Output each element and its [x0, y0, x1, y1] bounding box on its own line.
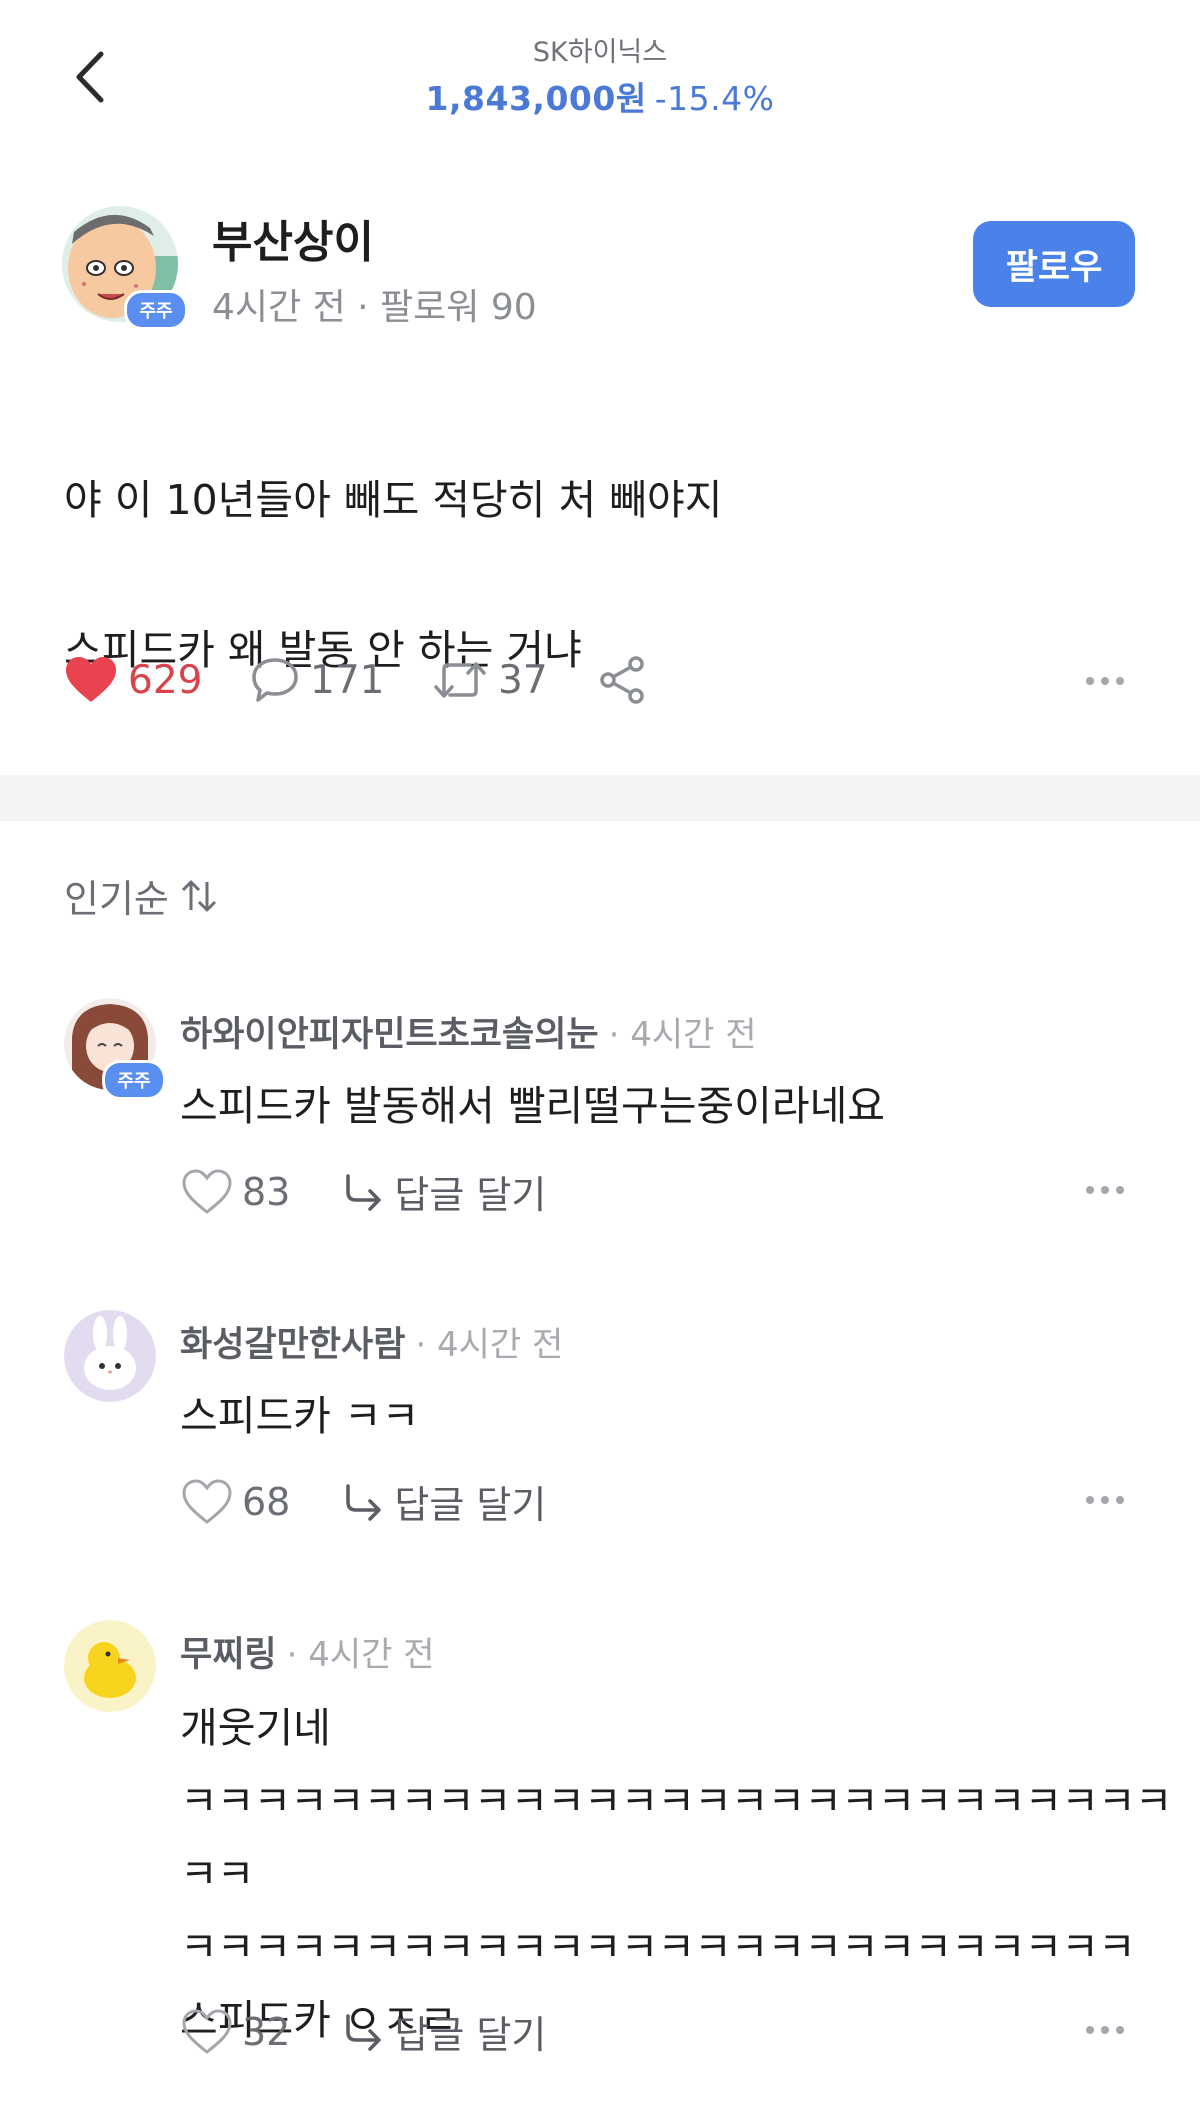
- comment-header: 하와이안피자민트초코솔의눈 · 4시간 전: [180, 1006, 757, 1057]
- shareholder-badge: 주주: [102, 1060, 166, 1100]
- comment-avatar[interactable]: [64, 1620, 156, 1716]
- comment-line: ㅋㅋㅋㅋㅋㅋㅋㅋㅋㅋㅋㅋㅋㅋㅋㅋㅋㅋㅋㅋㅋㅋㅋㅋㅋㅋㅋㅋㅋ: [180, 1777, 1172, 1898]
- comment-avatar[interactable]: 주주: [64, 998, 166, 1100]
- stock-name[interactable]: SK하이닉스: [0, 30, 1200, 69]
- comment-count: 171: [310, 657, 385, 703]
- comment-actions: 32 답글 달기: [180, 2004, 546, 2059]
- price-value: 1,843,000원: [425, 79, 647, 118]
- comment-actions: 68 답글 달기: [180, 1474, 546, 1529]
- reply-label: 답글 달기: [394, 1173, 547, 1217]
- comment-line: 스피드카 ㅋㅋ: [180, 1392, 420, 1440]
- comment-text: 개웃기네 ㅋㅋㅋㅋㅋㅋㅋㅋㅋㅋㅋㅋㅋㅋㅋㅋㅋㅋㅋㅋㅋㅋㅋㅋㅋㅋㅋㅋㅋ ㅋㅋㅋㅋㅋ…: [180, 1692, 1200, 2057]
- price-change: -15.4%: [654, 79, 775, 118]
- comment-text: 스피드카 발동해서 빨리떨구는중이라네요: [180, 1070, 885, 1143]
- comment-author[interactable]: 무찌링: [180, 1635, 277, 1675]
- shareholder-badge: 주주: [124, 290, 188, 330]
- comment-line: ㅋㅋㅋㅋㅋㅋㅋㅋㅋㅋㅋㅋㅋㅋㅋㅋㅋㅋㅋㅋㅋㅋㅋㅋㅋㅋ: [180, 1923, 1136, 1971]
- comment-avatar[interactable]: [64, 1310, 156, 1406]
- avatar-illustration: [64, 1310, 156, 1402]
- more-icon: [1086, 1186, 1094, 1194]
- more-icon-dot: [1116, 1186, 1124, 1194]
- comment-text: 스피드카 ㅋㅋ: [180, 1380, 419, 1453]
- more-icon-dot: [1101, 1496, 1109, 1504]
- comment-line: 스피드카 발동해서 빨리떨구는중이라네요: [180, 1082, 886, 1130]
- reply-arrow-icon: [346, 2013, 382, 2051]
- sort-arrows-icon: [181, 880, 216, 911]
- stock-price: 1,843,000원 -15.4%: [0, 72, 1200, 120]
- comment-like-button[interactable]: 68: [180, 1478, 290, 1526]
- heart-outline-icon: [182, 1168, 232, 1214]
- like-count: 629: [128, 657, 203, 703]
- more-icon: [1086, 677, 1094, 685]
- comment-more-button[interactable]: [1086, 1496, 1124, 1504]
- more-icon: [1086, 1496, 1094, 1504]
- comment-time: · 4시간 전: [415, 1325, 564, 1365]
- post-line: 야 이 10년들아 빼도 적당히 처 빼야지: [64, 476, 723, 524]
- more-icon-dot: [1101, 1186, 1109, 1194]
- comment-like-count: 68: [242, 1479, 291, 1524]
- author-meta: 4시간 전 · 팔로워 90: [212, 287, 537, 328]
- repost-icon: [434, 662, 486, 698]
- comment-like-button[interactable]: 32: [180, 2008, 290, 2056]
- comment-author[interactable]: 하와이안피자민트초코솔의눈: [180, 1015, 599, 1055]
- repost-count: 37: [498, 657, 548, 703]
- post-body: 야 이 10년들아 빼도 적당히 처 빼야지 스피드카 왜 발동 안 하는 거냐…: [64, 388, 722, 913]
- section-divider: [0, 775, 1200, 821]
- comment-header: 화성갈만한사람 · 4시간 전: [180, 1316, 563, 1367]
- comment-line: 개웃기네: [180, 1704, 331, 1752]
- heart-outline-icon: [182, 1478, 232, 1524]
- avatar-illustration: [64, 1620, 156, 1712]
- author-name[interactable]: 부산상이: [212, 206, 374, 270]
- comment-more-button[interactable]: [1086, 1186, 1124, 1194]
- comment-button[interactable]: 171: [250, 652, 384, 708]
- more-icon: [1086, 2026, 1094, 2034]
- reply-button[interactable]: 답글 달기: [342, 1474, 546, 1529]
- reply-label: 답글 달기: [394, 2013, 547, 2057]
- sort-label: 인기순: [64, 877, 169, 921]
- reply-arrow-icon: [346, 1173, 382, 1211]
- share-icon: [600, 656, 644, 704]
- like-button[interactable]: 629: [64, 652, 202, 708]
- more-icon-dot: [1116, 2026, 1124, 2034]
- more-icon-dot: [1116, 677, 1124, 685]
- reply-arrow-icon: [346, 1483, 382, 1521]
- reply-button[interactable]: 답글 달기: [342, 2004, 546, 2059]
- comment-header: 무찌링 · 4시간 전: [180, 1626, 435, 1677]
- heart-icon: [66, 657, 116, 702]
- follow-button[interactable]: 팔로우: [973, 221, 1135, 307]
- more-icon-dot: [1116, 1496, 1124, 1504]
- reply-label: 답글 달기: [394, 1483, 547, 1527]
- comment-actions: 83 답글 달기: [180, 1164, 546, 1219]
- share-button[interactable]: [598, 652, 646, 708]
- repost-button[interactable]: 37: [432, 652, 548, 708]
- comment-author[interactable]: 화성갈만한사람: [180, 1325, 405, 1365]
- post-more-button[interactable]: [1086, 677, 1124, 685]
- author-avatar[interactable]: 주주: [62, 206, 188, 330]
- comment-time: · 4시간 전: [608, 1015, 757, 1055]
- comment-like-count: 83: [242, 1169, 291, 1214]
- comment-like-button[interactable]: 83: [180, 1168, 290, 1216]
- reply-button[interactable]: 답글 달기: [342, 1164, 546, 1219]
- comment-like-count: 32: [242, 2009, 291, 2054]
- comment-more-button[interactable]: [1086, 2026, 1124, 2034]
- more-icon-dot: [1101, 2026, 1109, 2034]
- sort-button[interactable]: 인기순: [64, 868, 219, 923]
- comment-icon: [252, 658, 298, 702]
- heart-outline-icon: [182, 2008, 232, 2054]
- comment-time: · 4시간 전: [286, 1635, 435, 1675]
- more-icon-dot: [1101, 677, 1109, 685]
